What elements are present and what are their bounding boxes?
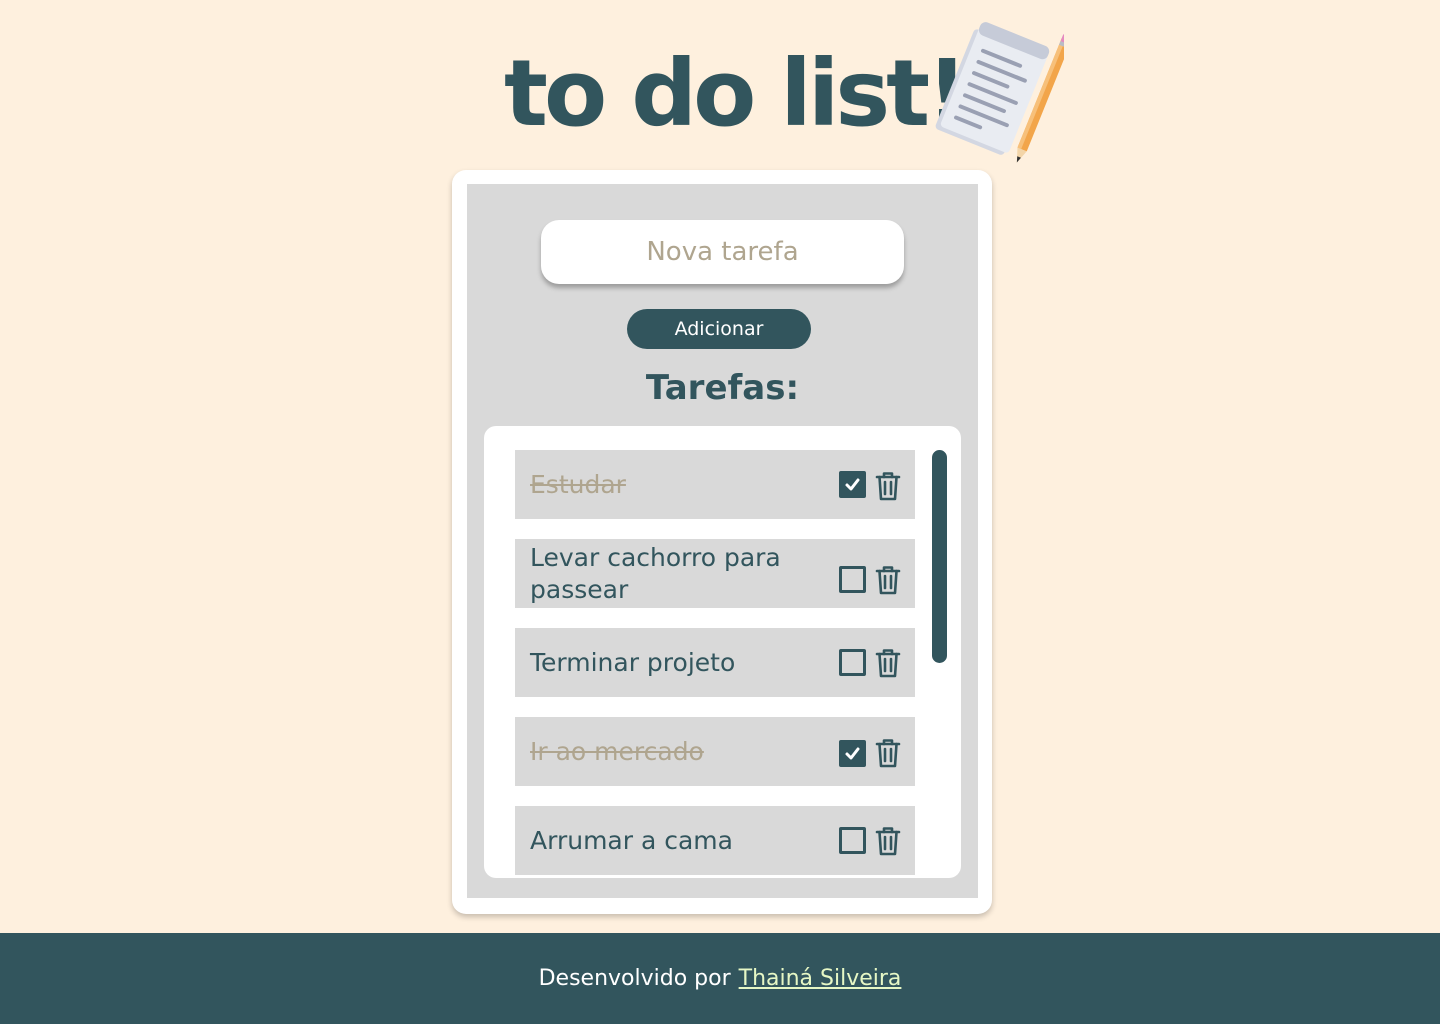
- task-item: Ir ao mercado: [515, 717, 915, 786]
- task-checkbox[interactable]: [839, 471, 866, 498]
- task-item: Terminar projeto: [515, 628, 915, 697]
- task-checkbox[interactable]: [839, 649, 866, 676]
- new-task-input[interactable]: [541, 220, 904, 284]
- todo-panel: Adicionar Tarefas: Estudar: [467, 184, 978, 898]
- tasks-heading: Tarefas:: [645, 368, 800, 408]
- task-checkbox[interactable]: [839, 740, 866, 767]
- trash-icon[interactable]: [875, 825, 901, 857]
- task-text: Arrumar a cama: [530, 825, 733, 855]
- footer-credit-text: Desenvolvido por: [538, 966, 731, 991]
- task-list[interactable]: Estudar Levar cachorro para passear Term…: [484, 426, 961, 878]
- task-item: Arrumar a cama: [515, 806, 915, 875]
- trash-icon[interactable]: [875, 737, 901, 769]
- trash-icon[interactable]: [875, 564, 901, 596]
- footer: Desenvolvido por Thainá Silveira: [0, 933, 1440, 1024]
- task-item: Levar cachorro para passear: [515, 539, 915, 608]
- task-item: Estudar: [515, 450, 915, 519]
- task-text: Levar cachorro para passear: [530, 542, 781, 604]
- page: to do list! Nova tarefa Adicionar Tarefa…: [0, 0, 1440, 1024]
- task-text: Terminar projeto: [530, 647, 736, 677]
- todo-card: Adicionar Tarefas: Estudar: [452, 170, 992, 914]
- task-text: Ir ao mercado: [530, 736, 704, 766]
- checkmark-icon: [845, 478, 860, 491]
- list-scrollbar[interactable]: [932, 450, 947, 663]
- trash-icon[interactable]: [875, 470, 901, 502]
- task-text: Estudar: [530, 469, 626, 499]
- trash-icon[interactable]: [875, 647, 901, 679]
- task-checkbox[interactable]: [839, 566, 866, 593]
- add-task-button[interactable]: Adicionar: [627, 309, 811, 349]
- checkmark-icon: [845, 747, 860, 760]
- task-checkbox[interactable]: [839, 827, 866, 854]
- notepad-pencil-icon: [935, 22, 1064, 163]
- app-title: to do list!: [504, 40, 968, 147]
- author-link[interactable]: Thainá Silveira: [739, 966, 902, 991]
